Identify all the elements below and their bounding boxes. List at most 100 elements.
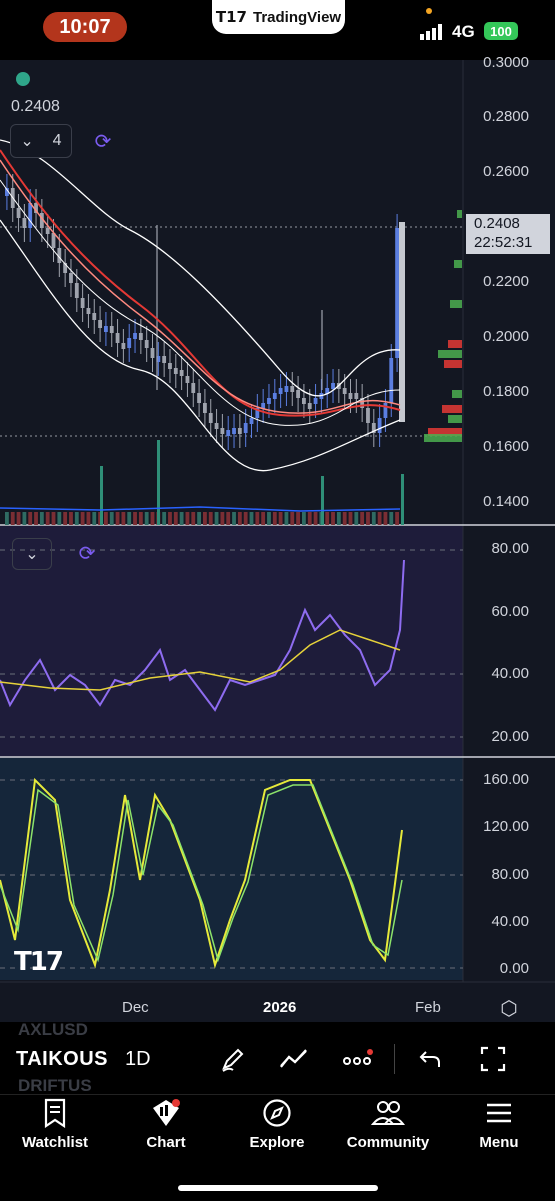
candle: [313, 398, 318, 404]
battery-indicator: 100: [484, 22, 518, 40]
home-indicator[interactable]: [178, 1185, 378, 1191]
tab-community[interactable]: Community: [333, 1098, 443, 1158]
volume-bar: [331, 512, 335, 525]
fullscreen-icon[interactable]: [476, 1042, 510, 1076]
volume-profile-bar: [448, 415, 462, 423]
signal-icon: [420, 24, 442, 40]
legend-last-price: 0.2408: [11, 98, 60, 115]
volume-bar: [284, 512, 289, 525]
volume-bar: [157, 440, 160, 525]
volume-bar: [371, 512, 376, 525]
volume-bar: [232, 512, 236, 525]
volume-bar: [321, 476, 324, 525]
time-label-feb: Feb: [415, 999, 441, 1016]
oscillator-axis-label: 120.00: [483, 818, 529, 835]
candle: [144, 340, 149, 348]
oscillator-pane[interactable]: [0, 758, 463, 980]
candle: [399, 222, 405, 422]
toolbar-divider: [394, 1044, 395, 1074]
candle: [133, 333, 137, 339]
candle: [86, 308, 91, 314]
volume-bar: [127, 512, 132, 525]
candle: [296, 390, 300, 398]
tab-menu[interactable]: Menu: [444, 1098, 554, 1158]
volume-bar: [208, 512, 213, 525]
more-options-icon[interactable]: [340, 1042, 374, 1076]
candle: [354, 393, 359, 399]
candle: [121, 343, 126, 349]
symbol-button[interactable]: TAIKOUS: [16, 1048, 108, 1071]
tab-label: Menu: [479, 1134, 519, 1151]
candle: [191, 383, 196, 393]
candle: [69, 273, 73, 283]
volume-bar: [57, 512, 62, 525]
undo-icon[interactable]: [413, 1042, 447, 1076]
rsi-axis-label: 20.00: [491, 728, 529, 745]
volume-bar: [342, 512, 347, 525]
next-symbol[interactable]: DRIFTUS: [18, 1076, 92, 1096]
tab-watchlist[interactable]: Watchlist: [0, 1098, 110, 1158]
candle: [272, 393, 277, 399]
legend-collapse-button[interactable]: ⌄ 4: [10, 124, 72, 158]
candle: [80, 298, 85, 308]
candle: [98, 320, 102, 328]
candle: [249, 418, 254, 424]
candle: [366, 408, 370, 423]
candle: [28, 203, 33, 228]
menu-icon: [487, 1103, 511, 1123]
status-time: 10:07: [43, 12, 127, 42]
volume-bar: [360, 512, 365, 525]
settings-hex-icon[interactable]: ⬡: [496, 995, 522, 1021]
time-label-2026: 2026: [263, 999, 297, 1016]
volume-bar: [86, 512, 91, 525]
candle: [267, 398, 271, 404]
draw-pen-icon[interactable]: [216, 1042, 250, 1076]
chart-canvas[interactable]: 0.2408 ⌄ 4 ⟳ ⌄ ⟳ 0.3000 0.2800 0.2600 0.240…: [0, 54, 555, 1022]
pane-collapse-button[interactable]: ⌄: [12, 538, 52, 570]
tab-explore[interactable]: Explore: [222, 1098, 332, 1158]
volume-profile-bar: [448, 340, 462, 348]
volume-bar: [133, 512, 137, 525]
volume-bar: [383, 512, 388, 525]
interval-button[interactable]: 1D: [125, 1048, 151, 1071]
candle: [377, 418, 382, 433]
volume-bar: [348, 512, 353, 525]
volume-bar: [121, 512, 126, 525]
candle: [45, 228, 50, 234]
volume-profile-bar: [454, 260, 462, 268]
sync-icon[interactable]: ⟳: [72, 538, 102, 568]
volume-bar: [69, 512, 73, 525]
volume-bar: [395, 512, 399, 525]
tab-label: Explore: [249, 1134, 305, 1151]
sync-icon[interactable]: ⟳: [88, 126, 118, 156]
volume-bar: [278, 512, 283, 525]
volume-bar: [51, 512, 56, 525]
candle: [302, 398, 306, 404]
indicators-icon[interactable]: [277, 1042, 311, 1076]
tab-chart[interactable]: Chart: [111, 1098, 221, 1158]
candle-countdown: 22:52:31: [474, 234, 533, 251]
candle: [185, 376, 190, 383]
volume-bar: [16, 512, 21, 525]
candle: [92, 313, 97, 320]
candle: [127, 338, 132, 348]
volume-bar: [173, 512, 178, 525]
volume-bar: [237, 512, 242, 525]
price-axis-label: 0.1800: [483, 383, 529, 400]
market-status-dot[interactable]: [16, 72, 30, 86]
candle: [22, 218, 27, 228]
volume-bar: [144, 512, 149, 525]
previous-symbol[interactable]: AXLUSD: [18, 1020, 88, 1040]
candle: [16, 208, 21, 218]
candle: [284, 386, 289, 392]
oscillator-axis-label: 40.00: [491, 913, 529, 930]
candle: [307, 403, 312, 409]
price-axis-label: 0.2000: [483, 328, 529, 345]
rsi-pane[interactable]: [0, 526, 463, 756]
volume-profile-bar: [452, 390, 462, 398]
volume-bar: [302, 512, 306, 525]
volume-bar: [92, 512, 97, 525]
community-icon: [371, 1101, 405, 1125]
candle: [395, 228, 399, 358]
volume-bar: [243, 512, 248, 525]
